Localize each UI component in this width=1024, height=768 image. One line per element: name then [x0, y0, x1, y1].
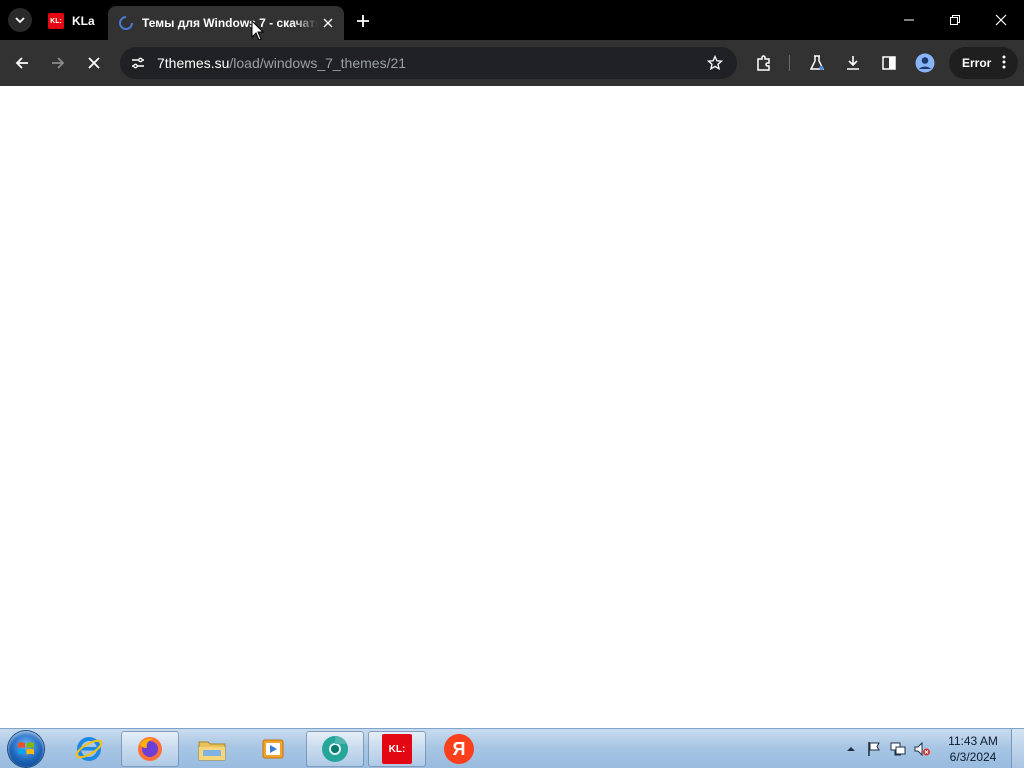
minimize-button[interactable] [886, 0, 932, 40]
tab-title: KLa [72, 14, 95, 28]
flask-icon [809, 55, 825, 70]
close-icon [88, 57, 100, 69]
show-desktop-button[interactable] [1011, 729, 1024, 768]
taskbar-kl-app[interactable]: KL: [368, 731, 426, 767]
action-center-button[interactable] [865, 741, 883, 757]
avatar-icon [915, 53, 935, 73]
internet-explorer-icon [75, 737, 103, 761]
extensions-button[interactable] [750, 49, 778, 77]
speaker-muted-icon [914, 741, 930, 757]
tab-search-button[interactable] [8, 8, 32, 32]
downloads-button[interactable] [839, 49, 867, 77]
firefox-icon [138, 737, 162, 761]
taskbar-media-player[interactable] [244, 731, 302, 767]
error-label: Error [962, 56, 992, 70]
flag-icon [868, 742, 880, 756]
close-icon [995, 14, 1007, 26]
site-info-button[interactable] [128, 53, 148, 73]
tab-strip: KL: KLa Темы для Windows 7 - скачать [0, 0, 1024, 40]
close-icon [323, 18, 333, 28]
profile-button[interactable] [911, 49, 939, 77]
toolbar-divider [789, 55, 790, 71]
arrow-right-icon [52, 57, 65, 69]
chevron-down-icon [15, 17, 25, 24]
new-tab-button[interactable] [352, 10, 374, 32]
forward-button[interactable] [44, 49, 72, 77]
windows-logo-icon [18, 742, 34, 755]
taskbar-yandex-browser[interactable]: Я [430, 731, 488, 767]
taskbar-firefox[interactable] [121, 731, 179, 767]
taskbar-file-explorer[interactable] [183, 731, 241, 767]
chrome-canary-icon [322, 736, 348, 762]
more-vertical-icon [1002, 55, 1006, 69]
plus-icon [357, 15, 369, 27]
file-explorer-icon [198, 741, 226, 761]
profile-error-button[interactable]: Error [949, 47, 1018, 79]
mouse-cursor-icon [251, 20, 265, 41]
kl-app-icon: KL: [382, 734, 412, 764]
taskbar-internet-explorer[interactable] [60, 731, 118, 767]
system-clock[interactable]: 11:43 AM 6/3/2024 [940, 733, 1006, 765]
star-icon [707, 55, 723, 71]
tab-active[interactable]: Темы для Windows 7 - скачать [108, 6, 344, 40]
close-window-button[interactable] [978, 0, 1024, 40]
media-player-icon [262, 739, 284, 759]
tune-icon [132, 57, 144, 69]
download-icon [847, 56, 859, 70]
show-hidden-icons-button[interactable] [842, 741, 860, 757]
tab-close-button[interactable] [318, 13, 338, 33]
tab-kl[interactable]: KL: KLa [40, 6, 106, 36]
clock-date: 6/3/2024 [949, 750, 997, 764]
loading-spinner-icon [119, 16, 133, 30]
chevron-up-icon [847, 747, 855, 751]
bookmark-button[interactable] [705, 53, 725, 73]
restore-button[interactable] [932, 0, 978, 40]
network-button[interactable] [889, 741, 907, 757]
tab-title: Темы для Windows 7 - скачать [142, 16, 318, 30]
yandex-browser-icon: Я [444, 734, 474, 764]
kl-favicon-icon: KL: [48, 13, 64, 29]
side-panel-button[interactable] [875, 49, 903, 77]
address-bar[interactable]: 7themes.su/load/windows_7_themes/21 [120, 47, 737, 79]
restore-icon [950, 15, 960, 25]
puzzle-piece-icon [757, 55, 770, 71]
start-button[interactable] [8, 731, 44, 767]
taskbar-chrome-canary[interactable] [306, 731, 364, 767]
windows-taskbar: KL: Я 11:43 AM 6/3/2024 [0, 728, 1024, 768]
url-host: 7themes.su [157, 55, 230, 71]
labs-button[interactable] [803, 49, 831, 77]
volume-button[interactable] [913, 741, 931, 757]
side-panel-icon [882, 56, 896, 70]
page-content[interactable] [0, 86, 1024, 728]
minimize-icon [904, 19, 914, 21]
stop-loading-button[interactable] [80, 49, 108, 77]
back-button[interactable] [8, 49, 36, 77]
arrow-left-icon [15, 57, 28, 69]
url-path: /load/windows_7_themes/21 [229, 55, 407, 71]
url-text: 7themes.su/load/windows_7_themes/21 [157, 55, 406, 71]
clock-time: 11:43 AM [948, 734, 998, 748]
network-icon [890, 742, 906, 756]
